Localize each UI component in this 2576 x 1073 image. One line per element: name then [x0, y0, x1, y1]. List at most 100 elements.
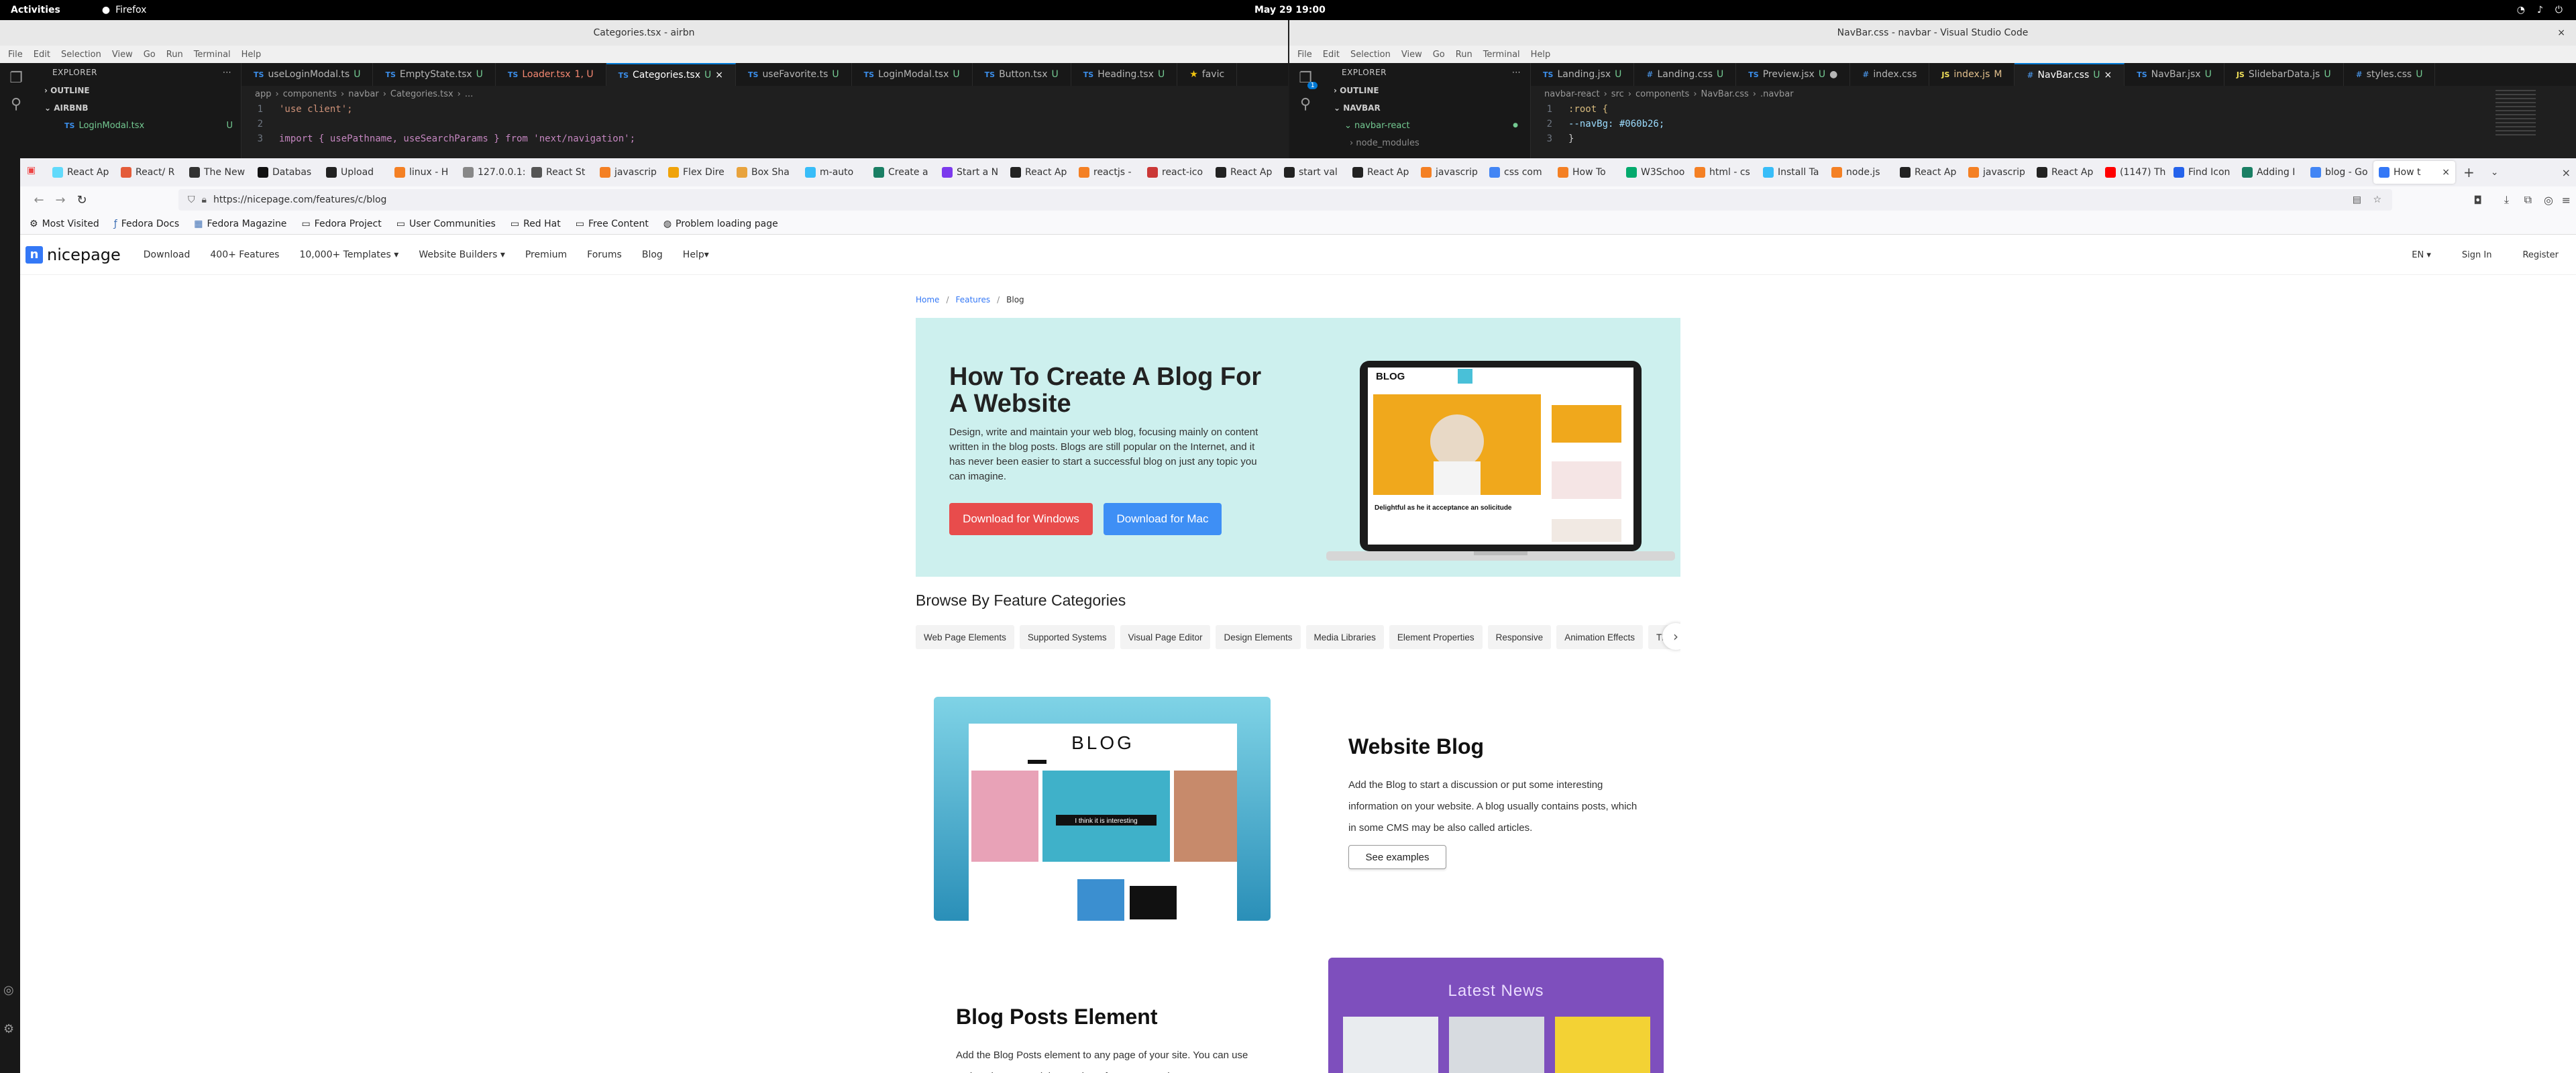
browser-tab[interactable]: Flex Dire — [663, 161, 731, 184]
editor-tab[interactable]: ★ favic — [1177, 63, 1238, 86]
nav-help[interactable]: Help▾ — [683, 249, 709, 260]
browser-tab[interactable]: Box Sha — [731, 161, 800, 184]
browser-tab[interactable]: Install Ta — [1758, 161, 1826, 184]
bookmark-item[interactable]: ▭ Free Content — [576, 219, 649, 229]
menu-run[interactable]: Run — [1456, 50, 1472, 60]
menu-selection[interactable]: Selection — [1350, 50, 1391, 60]
browser-tab[interactable]: m-auto — [800, 161, 868, 184]
browser-tab[interactable]: html - cs — [1689, 161, 1758, 184]
editor-tab[interactable]: TS Preview.jsx U ● — [1736, 63, 1851, 86]
clock[interactable]: May 29 19:00 — [1254, 5, 1326, 15]
bookmark-item[interactable]: ▭ Red Hat — [511, 219, 561, 229]
back-icon[interactable]: ← — [28, 193, 50, 207]
close-icon[interactable]: × — [2104, 70, 2112, 80]
menu-terminal[interactable]: Terminal — [194, 50, 231, 60]
category-chip[interactable]: Visual Page Editor — [1120, 625, 1211, 649]
search-icon[interactable]: ⚲ — [1300, 96, 1311, 113]
breadcrumb-home[interactable]: Home — [916, 295, 939, 304]
crumb[interactable]: components — [1635, 89, 1689, 99]
firefox-view-icon[interactable]: ▣ — [27, 165, 36, 176]
project-section[interactable]: ⌄ AIRBNB — [32, 99, 241, 117]
system-tray[interactable]: ◔ ♪ ⏻ — [2517, 5, 2563, 15]
browser-tab[interactable]: linux - H — [389, 161, 458, 184]
browser-tab[interactable]: Adding I — [2237, 161, 2305, 184]
account-icon[interactable]: ◎ — [2544, 194, 2553, 207]
activities-button[interactable]: Activities — [11, 5, 60, 15]
close-tab-icon[interactable]: × — [2442, 167, 2450, 178]
folder-item[interactable]: ⌄ navbar-react ● — [1322, 117, 1530, 134]
editor-tab[interactable]: JS SlidebarData.js U — [2224, 63, 2344, 86]
editor-tab[interactable]: TS Landing.jsx U — [1531, 63, 1635, 86]
new-tab-icon[interactable]: + — [2463, 164, 2475, 180]
minimap[interactable] — [2496, 90, 2536, 137]
unsaved-dot-icon[interactable]: ● — [1829, 69, 1837, 80]
nav-blog[interactable]: Blog — [642, 249, 663, 260]
menu-file[interactable]: File — [8, 50, 23, 60]
editor-tab[interactable]: TS LoginModal.tsx U — [852, 63, 973, 86]
reload-icon[interactable]: ↻ — [71, 193, 93, 207]
crumb[interactable]: components — [283, 89, 337, 99]
browser-tab[interactable]: React St — [526, 161, 594, 184]
editor-tab-active[interactable]: # NavBar.css U × — [2015, 63, 2125, 86]
editor-tab[interactable]: JS index.js M — [1929, 63, 2015, 86]
browser-tab[interactable]: React Ap — [2031, 161, 2100, 184]
folder-item[interactable]: › node_modules — [1322, 134, 1530, 152]
category-chip[interactable]: Design Elements — [1216, 625, 1301, 649]
see-examples-button[interactable]: See examples — [1348, 845, 1446, 869]
browser-tab[interactable]: Create a — [868, 161, 936, 184]
menu-view[interactable]: View — [112, 50, 133, 60]
browser-tab[interactable]: React Ap — [1347, 161, 1415, 184]
search-icon[interactable]: ⚲ — [11, 96, 21, 113]
category-chip[interactable]: Web Page Elements — [916, 625, 1014, 649]
menu-help[interactable]: Help — [241, 50, 262, 60]
code-lines[interactable]: 1 'use client'; 2 3 import { usePathname, … — [241, 102, 1288, 146]
bookmark-item[interactable]: ƒ Fedora Docs — [114, 219, 179, 229]
browser-tab[interactable]: Upload — [321, 161, 389, 184]
outline-section[interactable]: › OUTLINE — [32, 82, 241, 99]
browser-tab[interactable]: React Ap — [1894, 161, 1963, 184]
nav-templates[interactable]: 10,000+ Templates ▾ — [299, 249, 398, 260]
editor-tab[interactable]: TS Heading.tsx U — [1071, 63, 1178, 86]
files-icon[interactable]: ❐ — [9, 70, 23, 87]
site-logo[interactable]: n nicepage — [25, 245, 121, 264]
shield-icon[interactable]: ⛉ — [188, 194, 195, 205]
browser-tab[interactable]: node.js — [1826, 161, 1894, 184]
files-icon[interactable]: ❐ 1 — [1299, 70, 1318, 89]
nav-features[interactable]: 400+ Features — [210, 249, 279, 260]
breadcrumb-features[interactable]: Features — [955, 295, 990, 304]
url-bar[interactable]: ⛉ 🔒︎ https://nicepage.com/features/c/blo… — [178, 189, 2392, 211]
nav-website-builders[interactable]: Website Builders ▾ — [419, 249, 505, 260]
downloads-icon[interactable]: ⤓ — [2504, 193, 2509, 207]
browser-tab[interactable]: The New — [184, 161, 252, 184]
editor-tab[interactable]: # index.css — [1850, 63, 1930, 86]
menu-file[interactable]: File — [1297, 50, 1312, 60]
editor-tab[interactable]: TS useFavorite.ts U — [736, 63, 852, 86]
close-icon[interactable]: × — [2557, 27, 2565, 38]
pocket-icon[interactable]: ◘ — [2473, 194, 2482, 207]
menu-edit[interactable]: Edit — [34, 50, 50, 60]
browser-tab[interactable]: React Ap — [1005, 161, 1073, 184]
download-windows-button[interactable]: Download for Windows — [949, 503, 1093, 535]
editor-area[interactable]: TS useLoginModal.ts U TS EmptyState.tsx U TS… — [241, 63, 1288, 158]
browser-tab[interactable]: start val — [1279, 161, 1347, 184]
editor-tab[interactable]: # styles.css U — [2344, 63, 2436, 86]
account-icon[interactable]: ◎ — [3, 983, 14, 997]
category-chip[interactable]: Media Libraries — [1305, 625, 1384, 649]
reader-view-icon[interactable]: ▤ — [2353, 194, 2361, 205]
browser-tab-active[interactable]: How t × — [2373, 161, 2455, 184]
editor-tab[interactable]: TS NavBar.jsx U — [2125, 63, 2224, 86]
lock-icon[interactable]: 🔒︎ — [202, 194, 207, 205]
browser-tab[interactable]: javascrip — [594, 161, 663, 184]
language-selector[interactable]: EN ▾ — [2412, 250, 2431, 260]
crumb[interactable]: .navbar — [1760, 89, 1794, 99]
browser-tab[interactable]: W3Schoo — [1621, 161, 1689, 184]
project-section[interactable]: ⌄ NAVBAR — [1322, 99, 1530, 117]
browser-tab[interactable]: React Ap — [1210, 161, 1279, 184]
browser-tab[interactable]: blog - Go — [2305, 161, 2373, 184]
bookmark-item[interactable]: ⚙ Most Visited — [30, 219, 99, 229]
browser-tab[interactable]: How To — [1552, 161, 1621, 184]
bookmark-item[interactable]: ◍ Problem loading page — [663, 219, 778, 229]
sign-in-link[interactable]: Sign In — [2462, 250, 2492, 260]
bookmark-item[interactable]: ▦ Fedora Magazine — [194, 219, 286, 229]
close-window-icon[interactable]: × — [2562, 166, 2571, 179]
